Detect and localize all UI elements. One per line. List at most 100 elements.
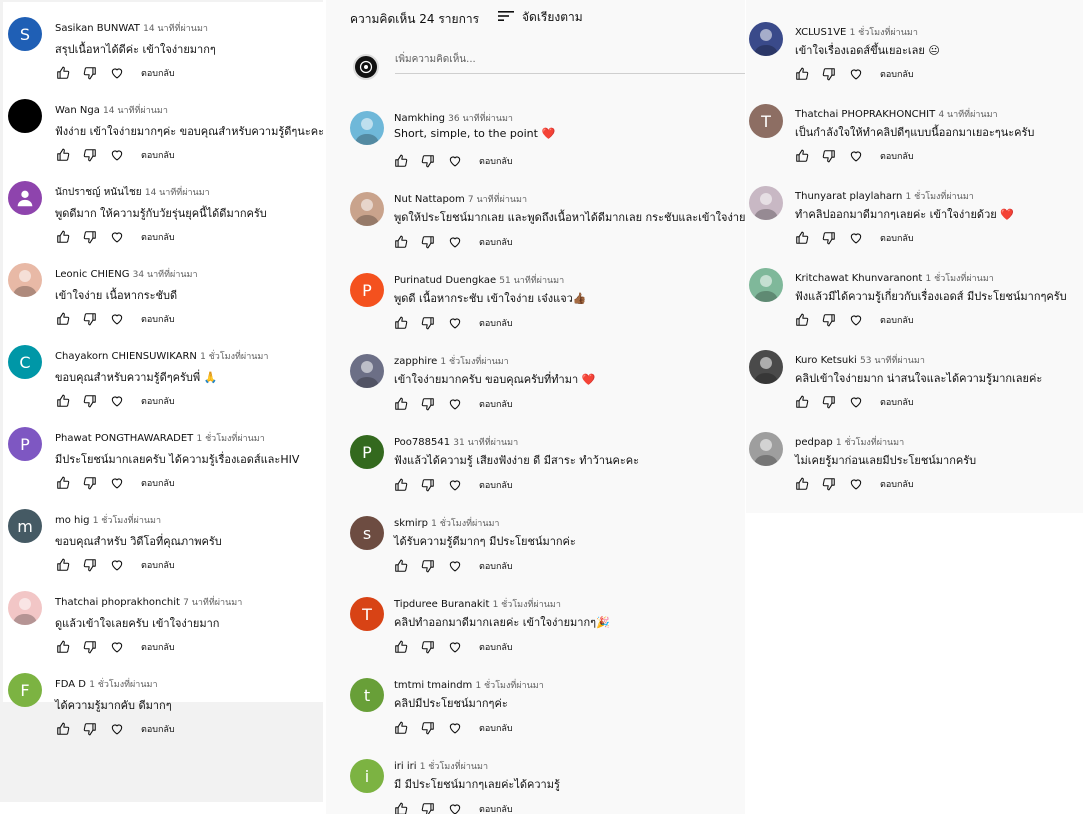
like-button[interactable] <box>394 154 408 168</box>
avatar[interactable] <box>8 181 42 215</box>
heart-button[interactable] <box>448 478 462 492</box>
dislike-button[interactable] <box>83 558 97 572</box>
heart-button[interactable] <box>110 722 124 736</box>
heart-button[interactable] <box>448 235 462 249</box>
comment-time[interactable]: 1 ชั่วโมงที่ผ่านมา <box>440 357 508 367</box>
comment-time[interactable]: 4 นาทีที่ผ่านมา <box>938 110 997 120</box>
comment-author[interactable]: Tipduree Buranakit <box>394 599 489 610</box>
dislike-button[interactable] <box>421 721 435 735</box>
avatar[interactable] <box>749 268 783 302</box>
like-button[interactable] <box>394 802 408 814</box>
comment-author[interactable]: Sasikan BUNWAT <box>55 23 140 34</box>
comment-time[interactable]: 14 นาทีที่ผ่านมา <box>103 106 168 116</box>
avatar[interactable]: C <box>8 345 42 379</box>
avatar[interactable]: s <box>350 516 384 550</box>
like-button[interactable] <box>795 477 809 491</box>
comment-time[interactable]: 7 นาทีที่ผ่านมา <box>183 598 242 608</box>
heart-button[interactable] <box>448 802 462 814</box>
comment-author[interactable]: pedpap <box>795 437 833 448</box>
comment-author[interactable]: Kritchawat Khunvaranont <box>795 273 922 284</box>
like-button[interactable] <box>56 394 70 408</box>
dislike-button[interactable] <box>83 394 97 408</box>
reply-button[interactable]: ตอบกลับ <box>880 67 914 81</box>
avatar[interactable]: P <box>350 273 384 307</box>
reply-button[interactable]: ตอบกลับ <box>141 476 175 490</box>
heart-button[interactable] <box>448 154 462 168</box>
avatar[interactable] <box>8 263 42 297</box>
avatar[interactable]: S <box>8 17 42 51</box>
comment-author[interactable]: skmirp <box>394 518 428 529</box>
heart-button[interactable] <box>110 558 124 572</box>
reply-button[interactable]: ตอบกลับ <box>880 149 914 163</box>
heart-button[interactable] <box>110 148 124 162</box>
comment-author[interactable]: Chayakorn CHIENSUWIKARN <box>55 351 197 362</box>
heart-button[interactable] <box>110 476 124 490</box>
reply-button[interactable]: ตอบกลับ <box>479 559 513 573</box>
reply-button[interactable]: ตอบกลับ <box>479 640 513 654</box>
like-button[interactable] <box>56 66 70 80</box>
heart-button[interactable] <box>849 313 863 327</box>
reply-button[interactable]: ตอบกลับ <box>141 230 175 244</box>
comment-time[interactable]: 14 นาทีที่ผ่านมา <box>143 24 208 34</box>
reply-button[interactable]: ตอบกลับ <box>880 231 914 245</box>
comment-time[interactable]: 34 นาทีที่ผ่านมา <box>133 270 198 280</box>
avatar[interactable] <box>8 591 42 625</box>
comment-author[interactable]: Poo788541 <box>394 437 450 448</box>
comment-time[interactable]: 1 ชั่วโมงที่ผ่านมา <box>431 519 499 529</box>
comment-time[interactable]: 1 ชั่วโมงที่ผ่านมา <box>93 516 161 526</box>
like-button[interactable] <box>394 721 408 735</box>
heart-button[interactable] <box>110 66 124 80</box>
comment-time[interactable]: 36 นาทีที่ผ่านมา <box>448 114 513 124</box>
like-button[interactable] <box>394 478 408 492</box>
reply-button[interactable]: ตอบกลับ <box>479 397 513 411</box>
like-button[interactable] <box>56 640 70 654</box>
comment-time[interactable]: 1 ชั่วโมงที่ผ่านมา <box>926 274 994 284</box>
dislike-button[interactable] <box>83 66 97 80</box>
heart-button[interactable] <box>448 640 462 654</box>
heart-button[interactable] <box>110 312 124 326</box>
reply-button[interactable]: ตอบกลับ <box>141 148 175 162</box>
heart-button[interactable] <box>448 397 462 411</box>
heart-button[interactable] <box>448 316 462 330</box>
avatar[interactable]: i <box>350 759 384 793</box>
add-comment-input[interactable]: เพิ่มความคิดเห็น... <box>395 52 745 74</box>
dislike-button[interactable] <box>83 476 97 490</box>
comment-time[interactable]: 1 ชั่วโมงที่ผ่านมา <box>420 762 488 772</box>
dislike-button[interactable] <box>83 312 97 326</box>
avatar[interactable]: m <box>8 509 42 543</box>
comment-time[interactable]: 7 นาทีที่ผ่านมา <box>468 195 527 205</box>
avatar[interactable]: t <box>350 678 384 712</box>
heart-button[interactable] <box>849 67 863 81</box>
comment-author[interactable]: XCLUS1VE <box>795 27 846 38</box>
dislike-button[interactable] <box>83 230 97 244</box>
like-button[interactable] <box>795 395 809 409</box>
heart-button[interactable] <box>110 640 124 654</box>
dislike-button[interactable] <box>421 559 435 573</box>
dislike-button[interactable] <box>421 316 435 330</box>
heart-button[interactable] <box>849 149 863 163</box>
like-button[interactable] <box>795 231 809 245</box>
like-button[interactable] <box>394 316 408 330</box>
like-button[interactable] <box>56 558 70 572</box>
avatar[interactable]: P <box>8 427 42 461</box>
comment-author[interactable]: Namkhing <box>394 113 445 124</box>
comment-time[interactable]: 1 ชั่วโมงที่ผ่านมา <box>196 434 264 444</box>
avatar[interactable] <box>749 432 783 466</box>
heart-button[interactable] <box>849 477 863 491</box>
sort-button[interactable]: จัดเรียงตาม <box>498 8 583 27</box>
like-button[interactable] <box>795 67 809 81</box>
dislike-button[interactable] <box>822 313 836 327</box>
comment-author[interactable]: zapphire <box>394 356 437 367</box>
reply-button[interactable]: ตอบกลับ <box>479 316 513 330</box>
comment-time[interactable]: 1 ชั่วโมงที่ผ่านมา <box>906 192 974 202</box>
comment-time[interactable]: 51 นาทีที่ผ่านมา <box>499 276 564 286</box>
comment-author[interactable]: Leonic CHIENG <box>55 269 129 280</box>
like-button[interactable] <box>795 313 809 327</box>
comment-author[interactable]: Wan Nga <box>55 105 100 116</box>
heart-button[interactable] <box>448 721 462 735</box>
avatar[interactable] <box>8 99 42 133</box>
like-button[interactable] <box>56 312 70 326</box>
dislike-button[interactable] <box>83 640 97 654</box>
dislike-button[interactable] <box>822 477 836 491</box>
reply-button[interactable]: ตอบกลับ <box>479 721 513 735</box>
